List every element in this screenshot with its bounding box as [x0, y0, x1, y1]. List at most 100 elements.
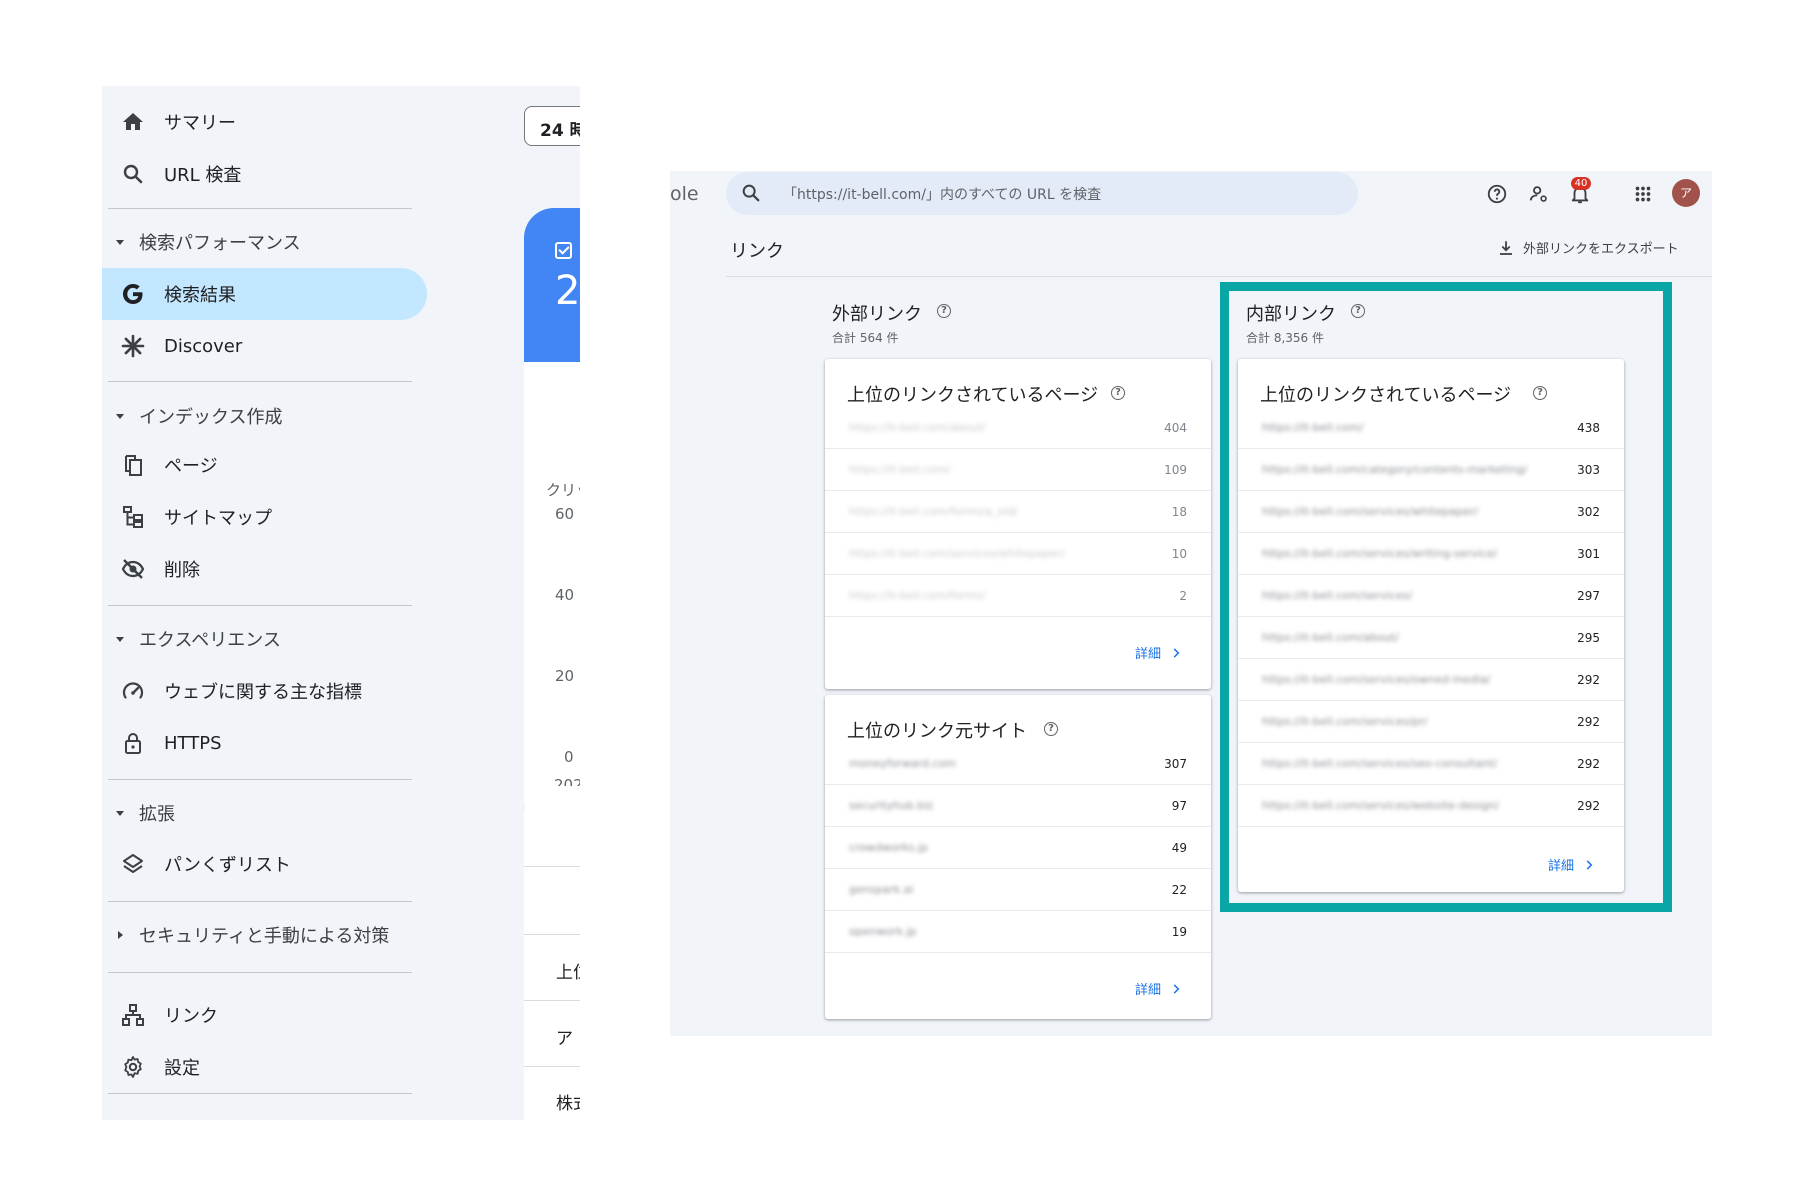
sidebar-item-sitemaps[interactable]: サイトマップ [102, 491, 427, 543]
apps-grid-icon[interactable] [1632, 183, 1654, 205]
table-row[interactable]: https://it-bell.com/about/404 [825, 407, 1211, 449]
manage-users-icon[interactable] [1528, 183, 1550, 205]
chevron-right-icon [1173, 647, 1180, 658]
axis-label: クリッ [546, 481, 580, 499]
table-row: 株式 [556, 1094, 580, 1114]
external-links-title: 外部リンク [832, 304, 922, 325]
sidebar-item-label: 設定 [164, 1058, 200, 1079]
table-card: 上位 ア 株式 [524, 786, 580, 1120]
table-row[interactable]: moneyforward.com 307 [825, 743, 1211, 785]
caret-down-icon [116, 637, 124, 642]
details-link[interactable]: 詳細 [1135, 979, 1183, 998]
table-header: 上位 [556, 963, 580, 983]
sidebar-item-discover[interactable]: Discover [102, 320, 427, 372]
checkbox-icon[interactable] [555, 242, 572, 259]
sidebar-item-links[interactable]: リンク [102, 989, 427, 1041]
external-links-total: 合計 564 件 [832, 331, 899, 345]
url-inspection-search[interactable]: 「https://it-bell.com/」内のすべての URL を検査 [726, 172, 1358, 215]
section-label: 拡張 [139, 804, 175, 825]
table-row[interactable]: openwork.jp 19 [825, 911, 1211, 953]
section-label: 検索パフォーマンス [139, 233, 301, 254]
sidebar-item-label: ページ [164, 456, 218, 477]
metric-card-clicks[interactable]: 2 [524, 208, 580, 362]
caret-down-icon [116, 811, 124, 816]
sidebar-item-label: 削除 [164, 560, 200, 581]
card-title: 上位のリンクされているページ [847, 385, 1099, 406]
sidebar-screenshot: サマリー URL 検査 検索パフォーマンス 検索結果 Discover インデッ… [102, 86, 580, 1120]
sidebar-item-breadcrumbs[interactable]: パンくずリスト [102, 838, 427, 890]
row-count: 19 [1171, 925, 1187, 939]
help-icon[interactable] [1486, 183, 1508, 205]
sidebar-item-label: HTTPS [164, 732, 222, 754]
sidebar-item-https[interactable]: HTTPS [102, 717, 427, 769]
export-label: 外部リンクをエクスポート [1523, 242, 1679, 257]
divider [524, 1000, 580, 1001]
external-top-sites-card: 上位のリンク元サイト ? moneyforward.com 307 securit… [825, 695, 1211, 1019]
sidebar-item-url-inspection[interactable]: URL 検査 [102, 148, 427, 200]
sidebar-item-label: ウェブに関する主な指標 [164, 682, 362, 703]
row-count: 18 [1171, 505, 1187, 519]
caret-right-icon [118, 931, 123, 939]
asterisk-icon [120, 333, 146, 359]
avatar[interactable]: ア [1672, 179, 1700, 207]
download-icon [1500, 240, 1512, 255]
help-icon[interactable]: ? [1044, 722, 1058, 736]
page-title: リンク [730, 241, 784, 262]
sidebar-nav: サマリー URL 検査 検索パフォーマンス 検索結果 Discover インデッ… [102, 86, 532, 1120]
section-label: エクスペリエンス [139, 630, 281, 651]
gear-icon [120, 1054, 146, 1080]
table-row[interactable]: https://it-bell.com/services/whitepaper/… [825, 533, 1211, 575]
lock-icon [120, 730, 146, 756]
product-logo[interactable]: ole [670, 183, 699, 205]
divider [524, 866, 580, 867]
metric-value: 2 [555, 268, 580, 314]
row-url: securityhub.biz [849, 799, 934, 812]
table-row[interactable]: crowdworks.jp 49 [825, 827, 1211, 869]
sidebar-item-settings[interactable]: 設定 [102, 1041, 427, 1093]
sidebar-item-core-web-vitals[interactable]: ウェブに関する主な指標 [102, 665, 427, 717]
axis-tick: 0 [564, 748, 574, 766]
divider [726, 276, 1712, 277]
sidebar-item-removals[interactable]: 削除 [102, 543, 427, 595]
table-row[interactable]: genspark.ai 22 [825, 869, 1211, 911]
table-row[interactable]: securityhub.biz 97 [825, 785, 1211, 827]
date-range-chip[interactable]: 24 時 [524, 106, 580, 146]
top-bar: ole 「https://it-bell.com/」内のすべての URL を検査… [670, 171, 1712, 221]
sidebar-item-pages[interactable]: ページ [102, 439, 427, 491]
table-row[interactable]: https://it-bell.com/forms/2 [825, 575, 1211, 617]
internal-links-highlight-frame [1220, 282, 1672, 912]
export-external-links-button[interactable]: 外部リンクをエクスポート [1497, 238, 1679, 257]
row-url: openwork.jp [849, 925, 917, 938]
search-placeholder: 「https://it-bell.com/」内のすべての URL を検査 [783, 187, 1102, 203]
divider [108, 1093, 412, 1094]
section-label: インデックス作成 [139, 407, 283, 428]
table-row[interactable]: https://it-bell.com/109 [825, 449, 1211, 491]
eye-off-icon [120, 556, 146, 582]
network-icon [120, 1002, 146, 1028]
row-url: https://it-bell.com/ [849, 463, 951, 476]
details-label: 詳細 [1134, 647, 1161, 662]
sidebar-item-search-results[interactable]: 検索結果 [102, 268, 427, 320]
row-count: 404 [1164, 421, 1187, 435]
sidebar-item-label: サイトマップ [164, 508, 272, 529]
sidebar-item-summary[interactable]: サマリー [102, 96, 427, 148]
divider [108, 972, 412, 973]
google-g-icon [120, 281, 146, 307]
card-title: 上位のリンク元サイト [847, 721, 1027, 742]
details-link[interactable]: 詳細 [1135, 643, 1183, 662]
pages-icon [120, 452, 146, 478]
axis-tick: 60 [555, 505, 575, 523]
row-url: https://it-bell.com/forms/a_old/ [849, 505, 1019, 518]
divider [524, 1066, 580, 1067]
row-count: 97 [1171, 799, 1187, 813]
help-icon[interactable]: ? [937, 304, 951, 318]
row-url: moneyforward.com [849, 757, 956, 770]
sidebar-item-label: URL 検査 [164, 165, 242, 186]
row-count: 109 [1164, 463, 1187, 477]
row-count: 22 [1171, 883, 1187, 897]
help-icon[interactable]: ? [1111, 386, 1125, 400]
sidebar-item-label: サマリー [164, 113, 236, 134]
table-row[interactable]: https://it-bell.com/forms/a_old/18 [825, 491, 1211, 533]
divider [524, 934, 580, 935]
row-url: crowdworks.jp [849, 841, 928, 854]
